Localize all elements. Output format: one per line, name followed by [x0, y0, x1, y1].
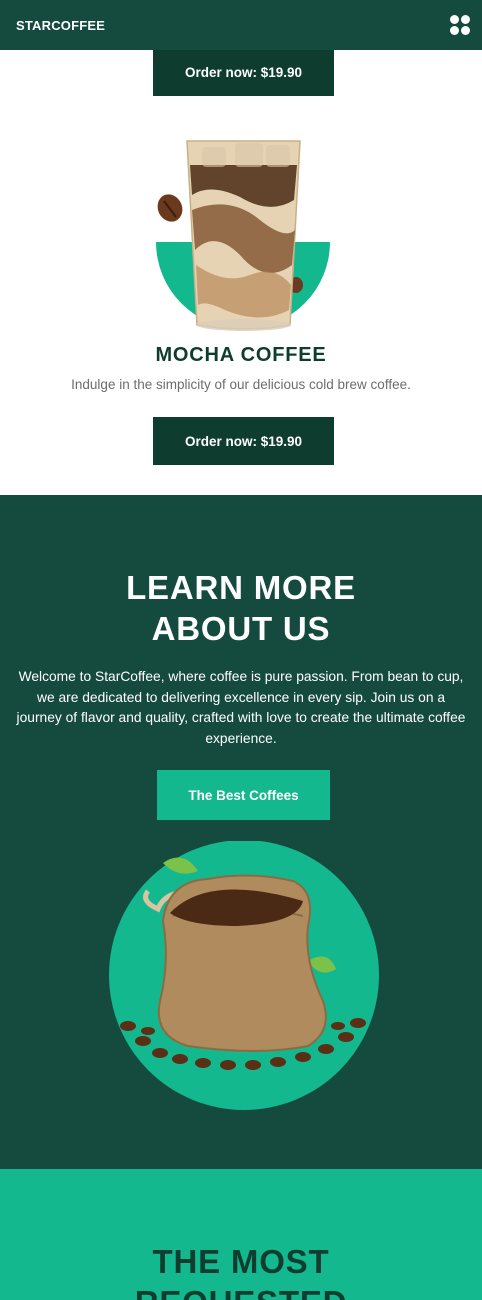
about-section: LEARN MORE ABOUT US Welcome to StarCoffe…	[0, 495, 482, 1169]
product-title: MOCHA COFFEE	[155, 344, 327, 366]
requested-title-line2: REQUESTED	[135, 1284, 348, 1300]
best-coffees-button[interactable]: The Best Coffees	[157, 770, 330, 820]
product-description: Indulge in the simplicity of our delicio…	[71, 377, 411, 392]
brand-logo[interactable]: STARCOFFEE	[16, 18, 105, 33]
requested-title: THE MOST REQUESTED	[0, 1241, 482, 1300]
iced-coffee-glass-icon	[156, 140, 330, 331]
navbar: STARCOFFEE	[0, 0, 482, 50]
about-title-line2: ABOUT US	[151, 610, 331, 647]
order-now-button[interactable]: Order now: $19.90	[153, 417, 334, 465]
about-title: LEARN MORE ABOUT US	[0, 567, 482, 649]
about-description: Welcome to StarCoffee, where coffee is p…	[16, 669, 466, 746]
grid-menu-icon[interactable]	[450, 15, 470, 35]
about-title-line1: LEARN MORE	[126, 569, 356, 606]
order-now-button-previous[interactable]: Order now: $19.90	[153, 48, 334, 96]
requested-section: THE MOST REQUESTED	[0, 1169, 482, 1300]
product-section: Order now: $19.90 MOCHA COFFEE Indulge i…	[0, 48, 482, 495]
coffee-bean-sack-icon	[109, 841, 379, 1110]
requested-title-line1: THE MOST	[152, 1243, 330, 1280]
